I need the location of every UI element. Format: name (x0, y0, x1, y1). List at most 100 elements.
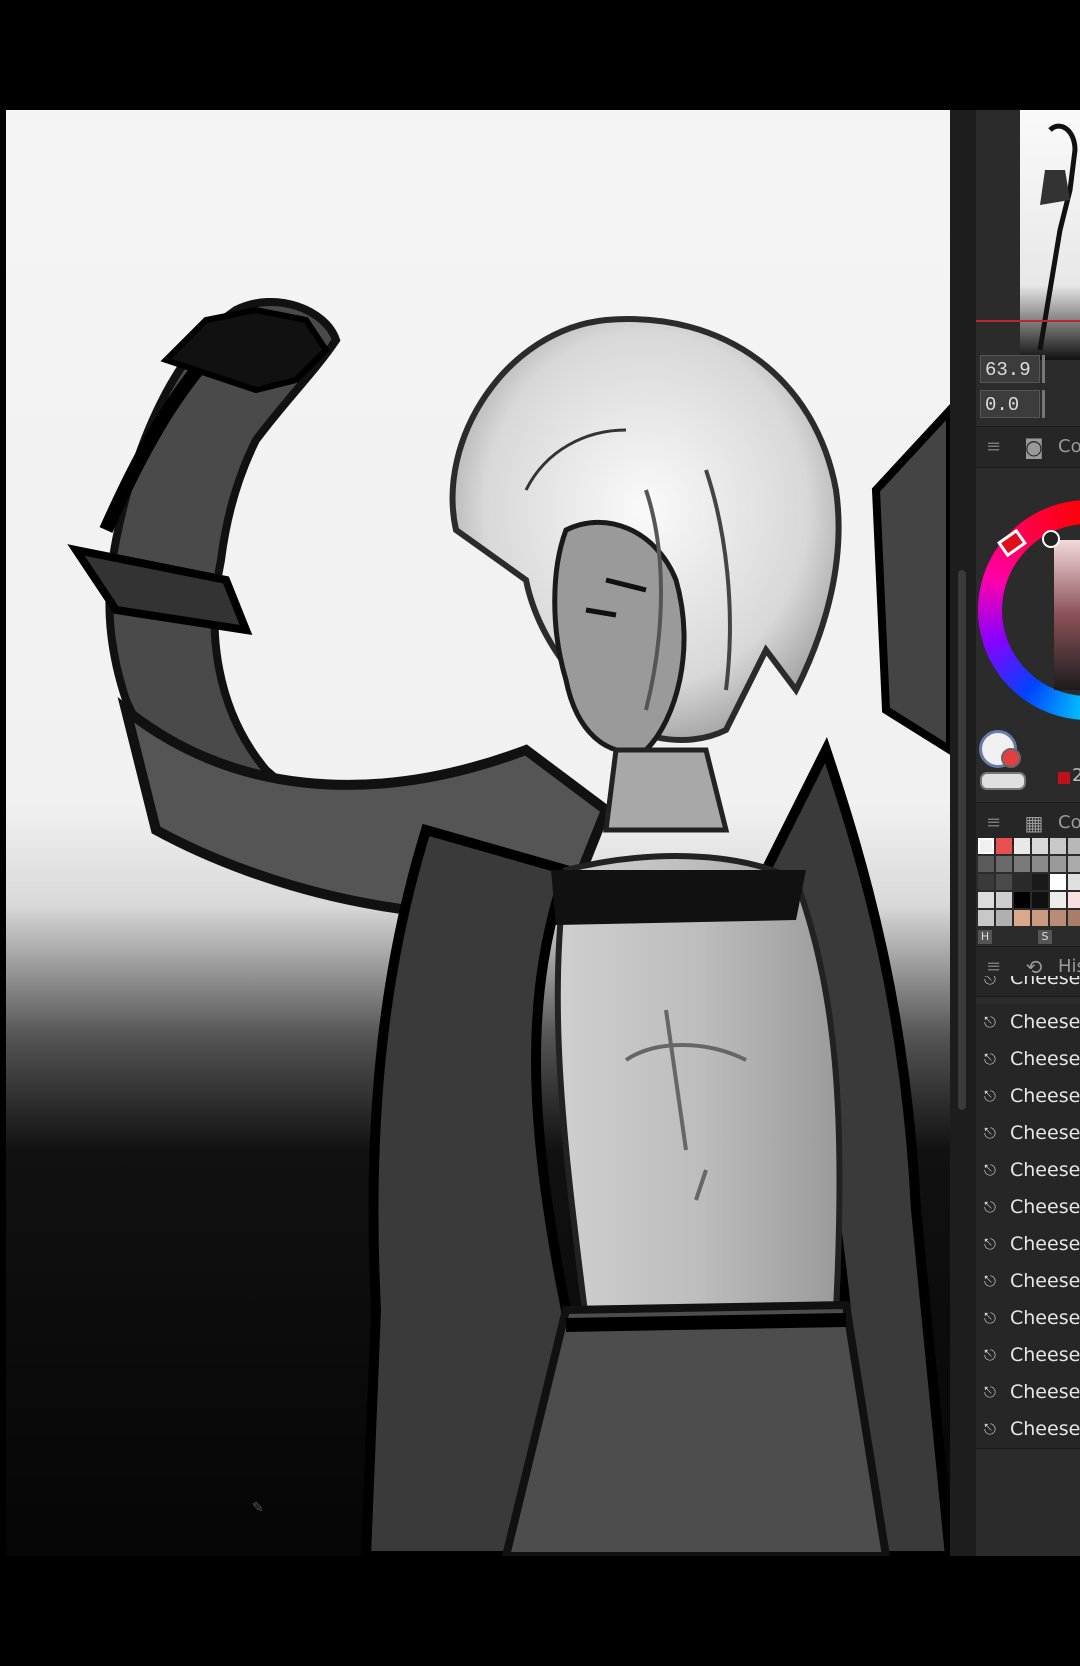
paint-icon: ⎋ (984, 1272, 996, 1290)
side-panel: 63.9 0.0 ≡ ◙ Co 2 ≡ ▦ Co H S ≡ ⟲ Hi ⎋ Ch… (976, 110, 1080, 1556)
history-item[interactable]: ⎋ Cheese P (976, 1411, 1080, 1449)
sub-color-swatch[interactable] (1001, 748, 1021, 768)
paint-icon: ⎋ (984, 1013, 996, 1031)
color-swatch[interactable] (996, 838, 1012, 854)
color-swatch[interactable] (1032, 874, 1048, 890)
history-item[interactable]: ⎋ Cheese P (976, 1189, 1080, 1227)
history-item-label: Cheese P (1010, 1048, 1080, 1070)
hamburger-icon[interactable]: ≡ (986, 958, 1001, 976)
color-wheel-header[interactable]: ≡ ◙ Co (976, 426, 1080, 468)
color-swatch[interactable] (1014, 892, 1030, 908)
history-item[interactable]: ⎋ Cheese P (976, 1374, 1080, 1412)
wheel-icon: ◙ (1024, 435, 1044, 459)
paint-icon: ⎋ (984, 1235, 996, 1253)
color-swatch[interactable] (1050, 856, 1066, 872)
color-swatch[interactable] (1032, 910, 1048, 926)
history-title: His (1058, 956, 1080, 977)
color-set-title: Co (1058, 812, 1080, 833)
rotation-slider-handle[interactable] (1042, 390, 1045, 418)
paint-icon: ⎋ (984, 1420, 996, 1438)
color-swatch[interactable] (1068, 874, 1080, 890)
history-item[interactable]: ⎋ Cheese P (976, 1226, 1080, 1264)
color-swatch[interactable] (996, 892, 1012, 908)
history-item[interactable]: ⎋ Cheese P (976, 976, 1080, 997)
color-swatch[interactable] (1068, 910, 1080, 926)
color-swatch[interactable] (978, 838, 994, 854)
color-swatch[interactable] (1068, 856, 1080, 872)
color-swatch[interactable] (1014, 874, 1030, 890)
navigator-preview[interactable] (1020, 110, 1080, 360)
history-item-label: Cheese P (1010, 1122, 1080, 1144)
color-swatch[interactable] (978, 856, 994, 872)
color-swatch[interactable] (1032, 838, 1048, 854)
history-item-label: Cheese P (1010, 1196, 1080, 1218)
color-swatch[interactable] (996, 910, 1012, 926)
paint-icon: ⎋ (984, 1050, 996, 1068)
history-item-label: Cheese P (1010, 1381, 1080, 1403)
history-item-label: Cheese P (1010, 1270, 1080, 1292)
color-mode-value: 2 (1072, 765, 1080, 786)
history-item-label: Cheese P (1010, 1085, 1080, 1107)
history-item-label: Cheese P (1010, 1159, 1080, 1181)
color-swatch[interactable] (1014, 856, 1030, 872)
color-swatch[interactable] (1014, 838, 1030, 854)
history-item[interactable]: ⎋ Cheese P (976, 1300, 1080, 1338)
color-set-s-button[interactable]: S (1038, 930, 1052, 944)
paint-icon: ⎋ (984, 976, 996, 988)
history-item[interactable]: ⎋ Cheese P (976, 1004, 1080, 1042)
color-swatch[interactable] (1050, 892, 1066, 908)
history-item-label: Cheese P (1010, 1344, 1080, 1366)
color-swatch[interactable] (978, 874, 994, 890)
zoom-field[interactable]: 63.9 (980, 355, 1040, 383)
color-swatch[interactable] (1032, 856, 1048, 872)
history-item-label: Cheese P (1010, 1233, 1080, 1255)
history-item-label: Cheese P (1010, 1307, 1080, 1329)
color-swatch[interactable] (1068, 838, 1080, 854)
history-item[interactable]: ⎋ Cheese P (976, 1041, 1080, 1079)
hamburger-icon[interactable]: ≡ (986, 814, 1001, 832)
sketch-artwork (67, 298, 950, 1556)
paint-icon: ⎋ (984, 1383, 996, 1401)
brush-cursor-icon: ✎ (252, 1500, 264, 1516)
color-swatch[interactable] (1032, 892, 1048, 908)
color-swatch[interactable] (978, 892, 994, 908)
scrollbar-thumb[interactable] (958, 570, 966, 1110)
color-swatch[interactable] (978, 910, 994, 926)
history-item[interactable]: ⎋ Cheese P (976, 1263, 1080, 1301)
color-swatch[interactable] (1014, 910, 1030, 926)
hamburger-icon[interactable]: ≡ (986, 438, 1001, 456)
history-item[interactable]: ⎋ Cheese P (976, 1115, 1080, 1153)
history-item[interactable]: ⎋ Cheese P (976, 1078, 1080, 1116)
navigator-thumbnail (1037, 123, 1078, 351)
color-swatch[interactable] (996, 874, 1012, 890)
paint-icon: ⎋ (984, 1124, 996, 1142)
color-swatch[interactable] (1068, 892, 1080, 908)
color-swatch[interactable] (996, 856, 1012, 872)
paint-icon: ⎋ (984, 1198, 996, 1216)
history-item[interactable]: ⎋ Cheese P (976, 1337, 1080, 1375)
color-swatch[interactable] (1050, 910, 1066, 926)
sv-marker[interactable] (1042, 530, 1060, 548)
color-mode-chip (1058, 772, 1070, 784)
history-item-label: Cheese P (1010, 976, 1080, 989)
clip-studio-window: 63.9 0.0 ≡ ◙ Co 2 ≡ ▦ Co H S ≡ ⟲ Hi ⎋ Ch… (0, 0, 1080, 1666)
color-swatch[interactable] (1050, 874, 1066, 890)
drawing-canvas[interactable] (6, 110, 950, 1556)
navigator-view-frame (976, 320, 1080, 322)
film-icon: ▦ (1024, 811, 1044, 835)
canvas-scrollbar[interactable] (950, 110, 976, 1556)
paint-icon: ⎋ (984, 1087, 996, 1105)
history-item[interactable]: ⎋ Cheese P (976, 1152, 1080, 1190)
paint-icon: ⎋ (984, 1161, 996, 1179)
history-item-label: Cheese P (1010, 1011, 1080, 1033)
color-swatch-grid[interactable] (978, 838, 1080, 926)
history-item-label: Cheese P (1010, 1418, 1080, 1440)
color-swatch[interactable] (1050, 838, 1066, 854)
paint-icon: ⎋ (984, 1346, 996, 1364)
zoom-slider-handle[interactable] (1042, 355, 1045, 383)
color-set-h-button[interactable]: H (978, 930, 992, 944)
rotation-field[interactable]: 0.0 (980, 390, 1040, 418)
transparent-color-swatch[interactable] (980, 772, 1026, 790)
color-wheel-title: Co (1058, 436, 1080, 457)
saturation-value-square[interactable] (1054, 540, 1080, 690)
